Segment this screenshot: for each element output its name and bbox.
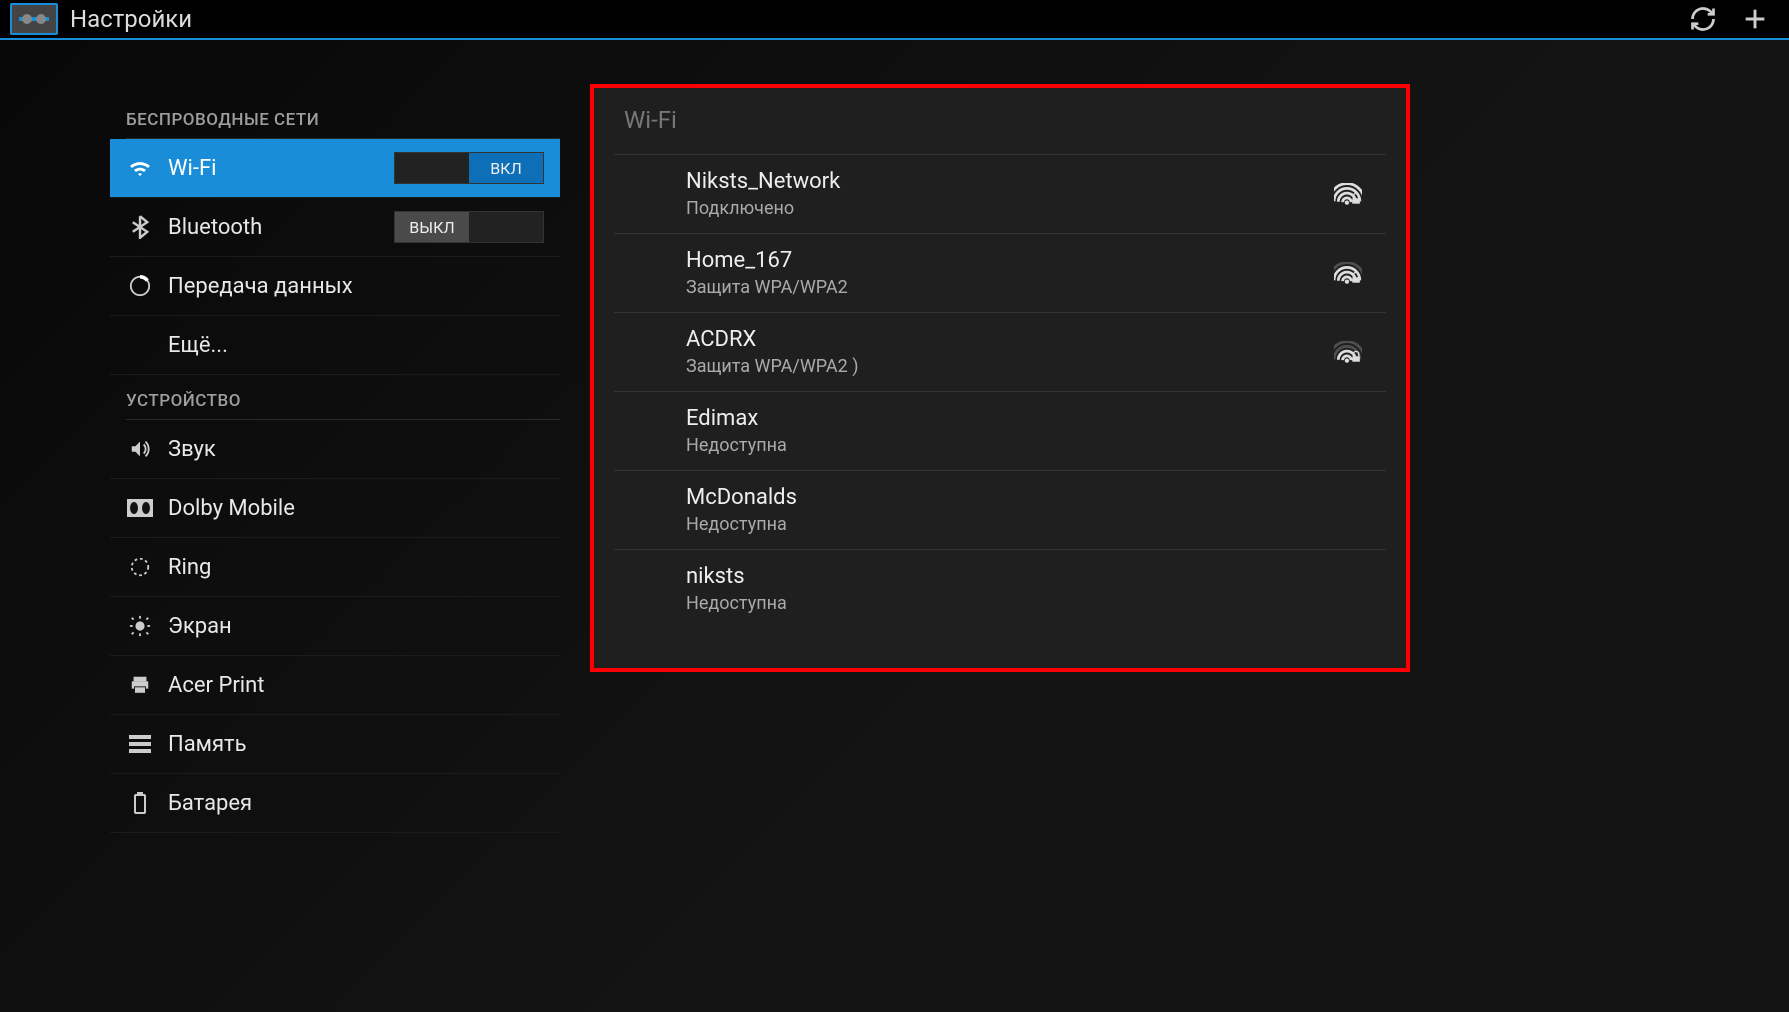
network-name: niksts — [686, 564, 1386, 589]
section-device: УСТРОЙСТВО — [110, 381, 560, 419]
printer-icon — [126, 674, 154, 696]
sidebar-item-label: Батарея — [168, 791, 544, 816]
sidebar-item-display[interactable]: Экран — [110, 597, 560, 656]
sidebar-item-label: Память — [168, 732, 544, 757]
sidebar-item-dolby[interactable]: Dolby Mobile — [110, 479, 560, 538]
sidebar-item-label: Звук — [168, 437, 544, 462]
network-status: Защита WPA/WPA2 ) — [686, 356, 1334, 377]
network-item[interactable]: McDonalds Недоступна — [614, 470, 1386, 549]
section-wireless: БЕСПРОВОДНЫЕ СЕТИ — [110, 100, 560, 138]
settings-app-icon — [10, 3, 58, 35]
sidebar-item-label: Bluetooth — [168, 215, 394, 240]
network-name: Edimax — [686, 406, 1386, 431]
ring-icon — [126, 556, 154, 578]
bluetooth-toggle[interactable]: ВЫКЛ — [394, 211, 544, 243]
network-item[interactable]: ACDRX Защита WPA/WPA2 ) — [614, 312, 1386, 391]
sidebar-item-label: Ring — [168, 555, 544, 580]
sidebar-item-more[interactable]: Ещё... — [110, 316, 560, 375]
main-layout: БЕСПРОВОДНЫЕ СЕТИ Wi-Fi ВКЛ Bluetooth ВЫ… — [0, 40, 1789, 1012]
wifi-icon — [126, 158, 154, 178]
sidebar-item-data-usage[interactable]: Передача данных — [110, 257, 560, 316]
network-name: Niksts_Network — [686, 169, 1334, 194]
sidebar-item-storage[interactable]: Память — [110, 715, 560, 774]
sidebar-item-label: Ещё... — [168, 333, 544, 358]
network-name: ACDRX — [686, 327, 1334, 352]
battery-icon — [126, 792, 154, 814]
sidebar-item-label: Передача данных — [168, 274, 544, 299]
sidebar-item-ring[interactable]: Ring — [110, 538, 560, 597]
add-icon[interactable] — [1741, 5, 1769, 33]
sidebar-item-sound[interactable]: Звук — [110, 420, 560, 479]
network-item[interactable]: Edimax Недоступна — [614, 391, 1386, 470]
header-actions — [1689, 5, 1779, 33]
network-name: McDonalds — [686, 485, 1386, 510]
network-status: Недоступна — [686, 435, 1386, 456]
toggle-off-label: ВЫКЛ — [395, 212, 469, 242]
network-item[interactable]: Home_167 Защита WPA/WPA2 — [614, 233, 1386, 312]
wifi-signal-icon — [1334, 183, 1360, 205]
network-item[interactable]: Niksts_Network Подключено — [614, 154, 1386, 233]
sidebar-item-label: Wi-Fi — [168, 156, 394, 181]
network-item[interactable]: niksts Недоступна — [614, 549, 1386, 628]
wifi-signal-icon — [1334, 341, 1360, 363]
content-title: Wi-Fi — [614, 88, 1386, 154]
sidebar-item-battery[interactable]: Батарея — [110, 774, 560, 833]
brightness-icon — [126, 615, 154, 637]
dolby-icon — [126, 499, 154, 517]
app-header: Настройки — [0, 0, 1789, 40]
wifi-toggle[interactable]: ВКЛ — [394, 152, 544, 184]
bluetooth-icon — [126, 215, 154, 239]
content-panel: Wi-Fi Niksts_Network Подключено Home_167 За… — [560, 40, 1789, 1012]
network-status: Защита WPA/WPA2 — [686, 277, 1334, 298]
data-usage-icon — [126, 275, 154, 297]
wifi-signal-icon — [1334, 262, 1360, 284]
network-status: Недоступна — [686, 514, 1386, 535]
sidebar-item-bluetooth[interactable]: Bluetooth ВЫКЛ — [110, 198, 560, 257]
wifi-networks-panel: Wi-Fi Niksts_Network Подключено Home_167 За… — [590, 84, 1410, 672]
network-name: Home_167 — [686, 248, 1334, 273]
network-status: Недоступна — [686, 593, 1386, 614]
storage-icon — [126, 735, 154, 753]
sidebar-item-label: Acer Print — [168, 673, 544, 698]
settings-sidebar: БЕСПРОВОДНЫЕ СЕТИ Wi-Fi ВКЛ Bluetooth ВЫ… — [0, 40, 560, 1012]
refresh-icon[interactable] — [1689, 5, 1717, 33]
sidebar-item-wifi[interactable]: Wi-Fi ВКЛ — [110, 139, 560, 198]
sidebar-item-label: Dolby Mobile — [168, 496, 544, 521]
network-status: Подключено — [686, 198, 1334, 219]
sound-icon — [126, 438, 154, 460]
sidebar-item-label: Экран — [168, 614, 544, 639]
toggle-on-label: ВКЛ — [469, 153, 543, 183]
page-title: Настройки — [70, 5, 1689, 33]
sidebar-item-acer-print[interactable]: Acer Print — [110, 656, 560, 715]
